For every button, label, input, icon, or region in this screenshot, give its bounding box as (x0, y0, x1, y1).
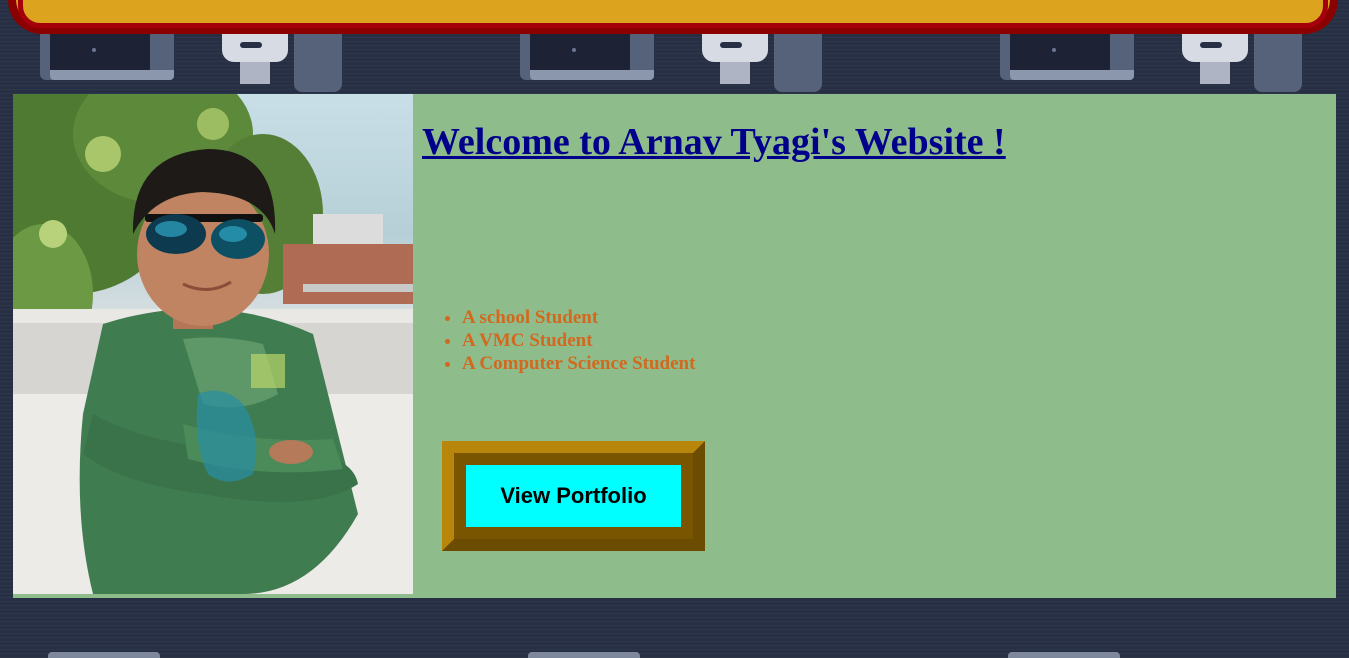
laptop-icon (1008, 652, 1120, 658)
view-portfolio-button[interactable]: View Portfolio (466, 465, 681, 527)
robot-icon (702, 34, 822, 94)
robot-icon (222, 34, 342, 94)
page-title[interactable]: Welcome to Arnav Tyagi's Website ! (422, 120, 1006, 164)
list-item: A school Student (462, 306, 695, 329)
robot-icon (1182, 34, 1302, 94)
roles-list: A school Student A VMC Student A Compute… (440, 306, 695, 375)
intro-card: Welcome to Arnav Tyagi's Website ! A sch… (13, 94, 1336, 598)
laptop-icon (520, 34, 654, 86)
laptop-icon (48, 652, 160, 658)
laptop-icon (40, 34, 174, 86)
laptop-icon (528, 652, 640, 658)
profile-photo (13, 94, 413, 594)
photo-illustration (13, 94, 413, 594)
portfolio-button-frame[interactable]: View Portfolio (442, 441, 705, 551)
top-banner (8, 0, 1338, 34)
list-item: A VMC Student (462, 329, 695, 352)
list-item: A Computer Science Student (462, 352, 695, 375)
laptop-icon (1000, 34, 1134, 86)
